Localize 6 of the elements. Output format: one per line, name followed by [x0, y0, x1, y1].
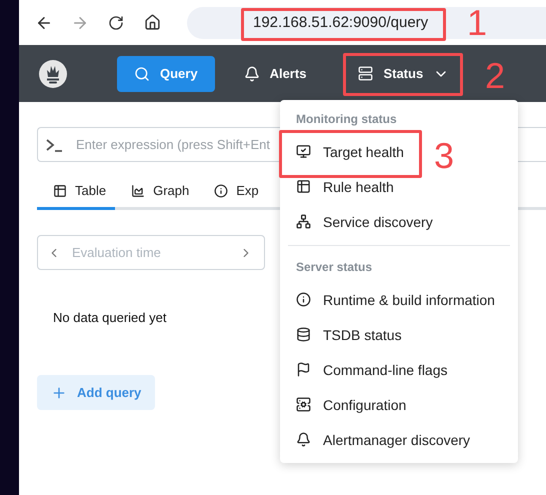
- step-number: 2: [485, 58, 506, 94]
- menu-section-heading: Monitoring status: [295, 111, 398, 128]
- empty-message: No data queried yet: [53, 310, 166, 325]
- step-number: 3: [434, 138, 454, 174]
- menu-section-heading: Server status: [295, 259, 374, 276]
- step-number: 1: [467, 5, 488, 41]
